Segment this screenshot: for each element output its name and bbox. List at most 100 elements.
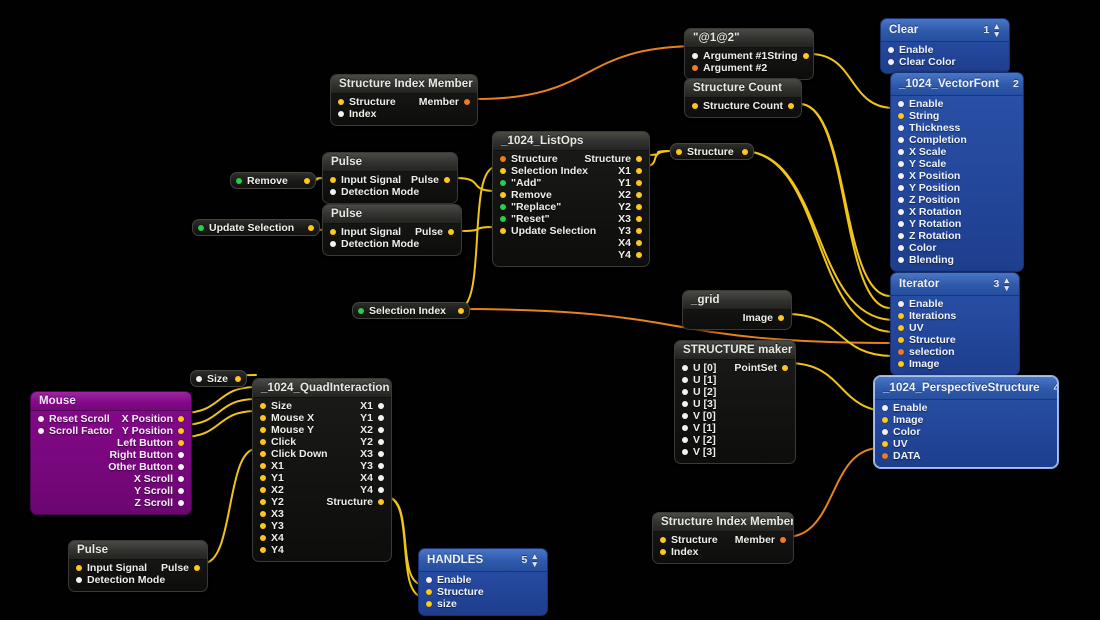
output-port[interactable]: X1	[360, 400, 384, 412]
input-port[interactable]: X Scale	[898, 146, 946, 158]
input-port[interactable]: V [2]	[682, 434, 716, 446]
port-dot-icon[interactable]	[780, 537, 786, 543]
node-header[interactable]: Pulse	[323, 153, 457, 172]
port-dot-icon[interactable]	[260, 499, 266, 505]
output-port[interactable]: X1	[618, 165, 642, 177]
node-header[interactable]: Structure Count	[685, 79, 801, 98]
node-header[interactable]: _1024_VectorFont 2▲▼	[891, 73, 1023, 96]
output-port[interactable]: String	[767, 50, 809, 62]
port-dot-icon[interactable]	[260, 463, 266, 469]
input-port[interactable]: Detection Mode	[330, 238, 419, 250]
port-dot-icon[interactable]	[660, 549, 666, 555]
input-port[interactable]: Index	[660, 546, 698, 558]
input-port[interactable]: Color	[898, 242, 936, 254]
input-port[interactable]: Selection Index	[500, 165, 588, 177]
node-header[interactable]: _grid	[683, 291, 791, 310]
node-header[interactable]: Iterator 3 ▲ ▼	[891, 273, 1019, 296]
input-port[interactable]: Completion	[898, 134, 967, 146]
output-port[interactable]: Y1	[618, 177, 642, 189]
wire[interactable]	[181, 410, 257, 438]
wire[interactable]	[785, 313, 895, 357]
port-dot-icon[interactable]	[338, 99, 344, 105]
input-port[interactable]: Detection Mode	[330, 186, 419, 198]
output-port[interactable]: PointSet	[734, 362, 788, 374]
pill-structure[interactable]: Structure	[670, 143, 754, 160]
node-header[interactable]: Pulse	[69, 541, 207, 560]
node-header[interactable]: Mouse	[31, 392, 191, 411]
wire[interactable]	[799, 103, 891, 309]
input-port[interactable]: Detection Mode	[76, 574, 165, 586]
node-index[interactable]: 5 ▲ ▼	[522, 552, 539, 569]
stepper-icon[interactable]: ▲▼	[1002, 276, 1011, 293]
port-dot-icon[interactable]	[260, 439, 266, 445]
port-dot-icon[interactable]	[636, 156, 642, 162]
input-port[interactable]: Thickness	[898, 122, 960, 134]
port-dot-icon[interactable]	[38, 416, 44, 422]
input-port[interactable]: Remove	[500, 189, 552, 201]
input-port[interactable]: U [0]	[682, 362, 716, 374]
node-iterator[interactable]: Iterator 3 ▲ ▼ Enable Iterations UV Structure se…	[890, 272, 1020, 376]
port-dot-icon[interactable]	[692, 103, 698, 109]
port-dot-icon[interactable]	[898, 233, 904, 239]
wire[interactable]	[475, 45, 701, 100]
port-dot-icon[interactable]	[304, 177, 310, 184]
port-dot-icon[interactable]	[898, 313, 904, 319]
input-port[interactable]: Enable	[882, 402, 927, 414]
port-dot-icon[interactable]	[898, 349, 904, 355]
port-dot-icon[interactable]	[898, 137, 904, 143]
port-dot-icon[interactable]	[426, 601, 432, 607]
output-port[interactable]: Member	[735, 534, 786, 546]
input-port[interactable]: DATA	[882, 450, 921, 462]
port-dot-icon[interactable]	[898, 361, 904, 367]
port-dot-icon[interactable]	[464, 99, 470, 105]
input-port[interactable]: Y3	[260, 520, 284, 532]
node-header[interactable]: Pulse	[323, 205, 461, 224]
input-port[interactable]: Blending	[898, 254, 954, 266]
node-structure-maker[interactable]: STRUCTURE maker U [0] PointSet U [1] U [2] U …	[674, 340, 796, 464]
port-dot-icon[interactable]	[802, 53, 809, 59]
node-index[interactable]: 1 ▲ ▼	[984, 22, 1001, 39]
input-port[interactable]: Enable	[888, 44, 933, 56]
port-dot-icon[interactable]	[682, 389, 688, 395]
port-dot-icon[interactable]	[330, 189, 336, 195]
port-dot-icon[interactable]	[882, 429, 888, 435]
port-dot-icon[interactable]	[448, 229, 454, 235]
port-dot-icon[interactable]	[378, 499, 384, 505]
output-port[interactable]: Member	[419, 96, 470, 108]
wire[interactable]	[457, 308, 895, 344]
port-dot-icon[interactable]	[882, 405, 888, 411]
port-dot-icon[interactable]	[260, 403, 266, 409]
node-header[interactable]: "@1@2"	[685, 29, 813, 48]
input-port[interactable]: Structure	[338, 96, 396, 108]
input-port[interactable]: Iterations	[898, 310, 956, 322]
port-dot-icon[interactable]	[444, 177, 450, 183]
port-dot-icon[interactable]	[500, 204, 506, 210]
port-dot-icon[interactable]	[636, 216, 642, 222]
output-port[interactable]: X Scroll	[134, 473, 184, 485]
port-dot-icon[interactable]	[882, 441, 888, 447]
node-pulse-remove[interactable]: Pulse Input Signal Pulse Detection Mode	[322, 152, 458, 204]
input-port[interactable]: Size	[260, 400, 292, 412]
port-dot-icon[interactable]	[660, 537, 666, 543]
port-dot-icon[interactable]	[196, 375, 202, 382]
output-port[interactable]: Y3	[618, 225, 642, 237]
pill-size[interactable]: Size	[190, 370, 247, 387]
input-port[interactable]: Click Down	[260, 448, 328, 460]
input-port[interactable]: UV	[898, 322, 924, 334]
output-port[interactable]: Y2	[360, 436, 384, 448]
wire[interactable]	[455, 177, 497, 192]
port-dot-icon[interactable]	[882, 417, 888, 423]
output-port[interactable]: Right Button	[109, 449, 184, 461]
input-port[interactable]: String	[898, 110, 939, 122]
port-dot-icon[interactable]	[788, 103, 794, 109]
port-dot-icon[interactable]	[682, 365, 688, 371]
port-dot-icon[interactable]	[178, 416, 184, 422]
port-dot-icon[interactable]	[378, 439, 384, 445]
port-dot-icon[interactable]	[178, 488, 184, 494]
input-port[interactable]: Input Signal	[330, 226, 401, 238]
port-dot-icon[interactable]	[898, 245, 904, 251]
port-dot-icon[interactable]	[682, 401, 688, 407]
port-dot-icon[interactable]	[260, 535, 266, 541]
node-header[interactable]: HANDLES 5 ▲ ▼	[419, 549, 547, 572]
port-dot-icon[interactable]	[636, 240, 642, 246]
